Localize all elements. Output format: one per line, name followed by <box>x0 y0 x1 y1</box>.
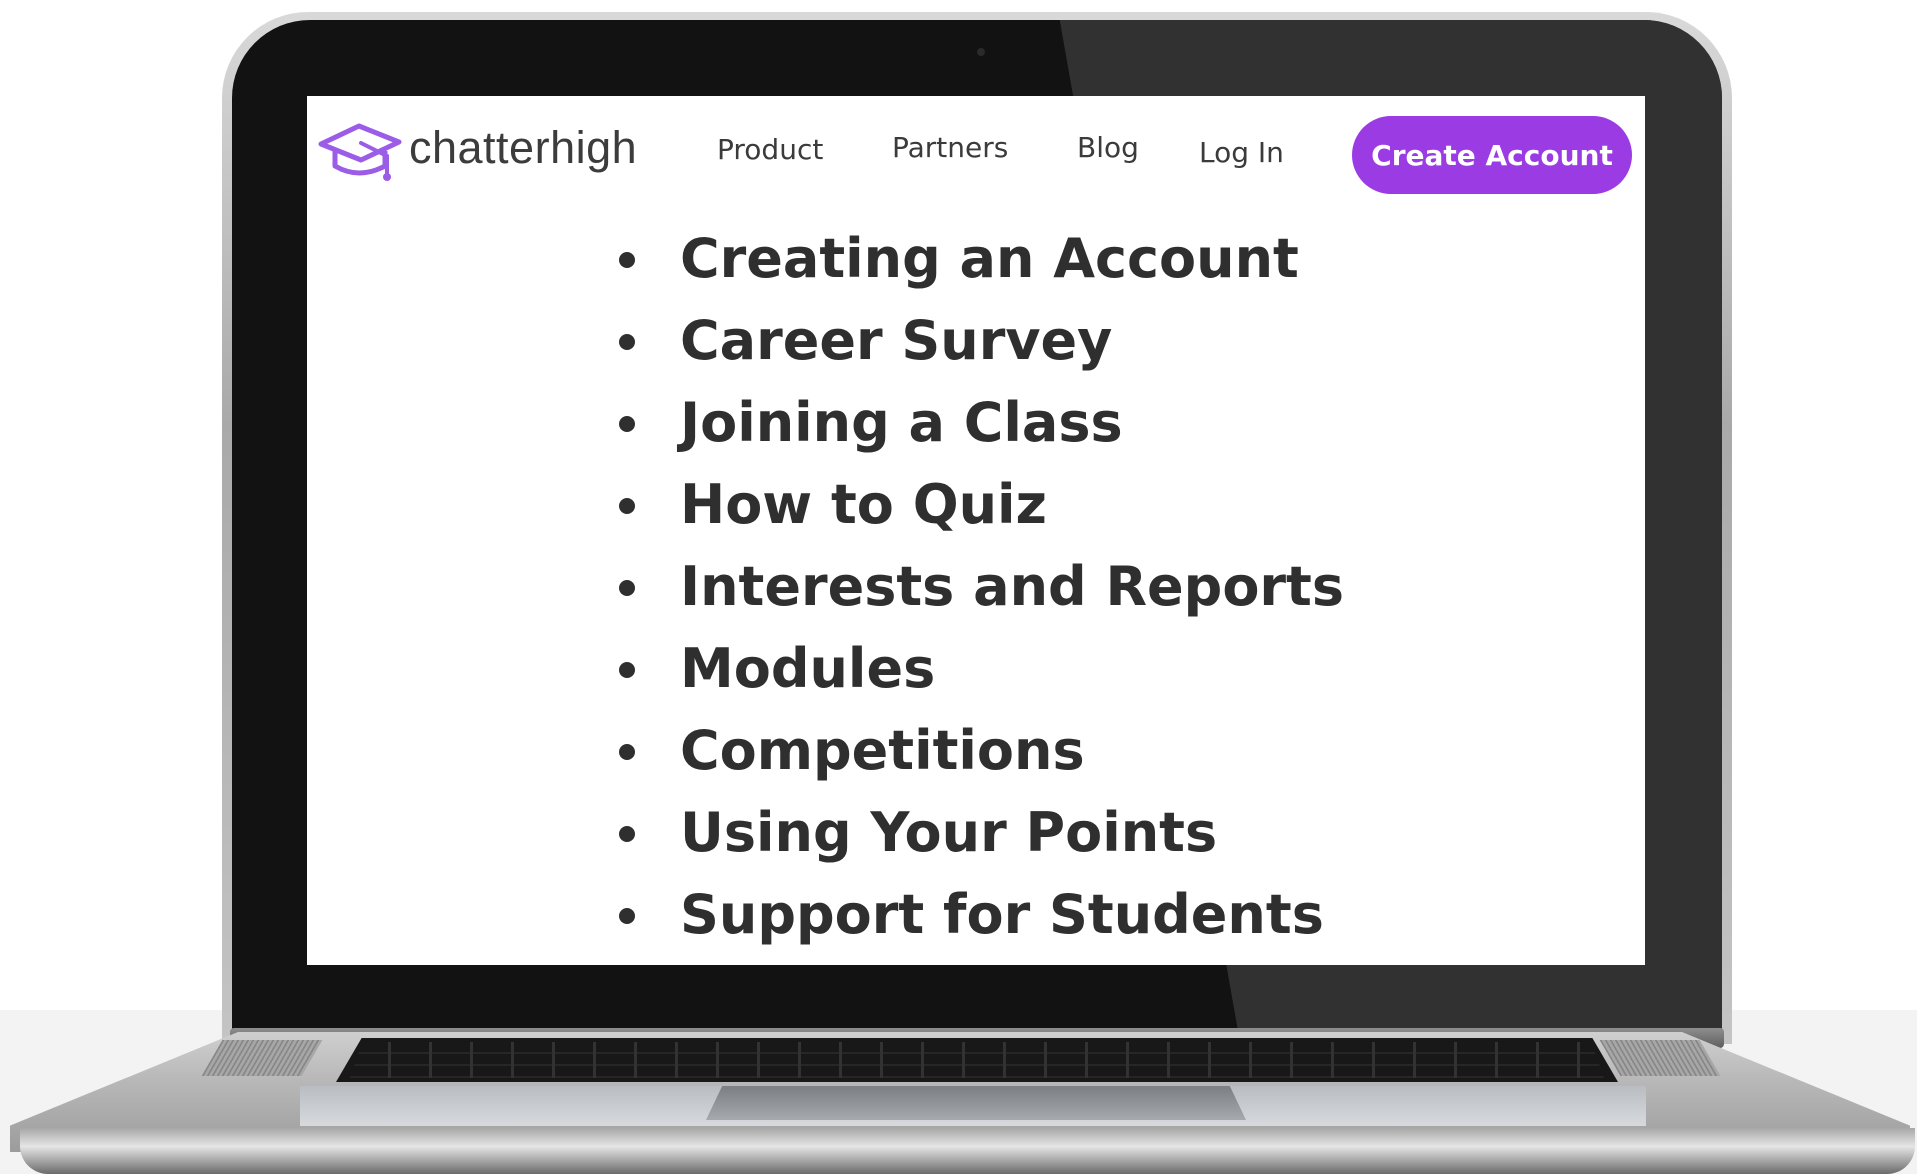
login-link[interactable]: Log In <box>1199 136 1284 169</box>
list-item: Support for Students <box>617 874 1344 956</box>
nav-link-blog[interactable]: Blog <box>1077 131 1139 164</box>
create-account-button[interactable]: Create Account <box>1352 116 1632 194</box>
logo-wordmark[interactable]: chatterhigh <box>409 122 637 174</box>
nav-link-product[interactable]: Product <box>717 133 823 166</box>
list-item: Creating an Account <box>617 218 1344 300</box>
list-item: Joining a Class <box>617 382 1344 464</box>
laptop-front-edge <box>20 1128 1915 1174</box>
list-item: Competitions <box>617 710 1344 792</box>
speaker-grille-right <box>1599 1040 1721 1076</box>
webcam <box>977 48 985 56</box>
site-header: chatterhigh Product Partners Blog Log In… <box>307 96 1645 221</box>
keyboard-keys <box>350 1042 1604 1078</box>
laptop-screen: chatterhigh Product Partners Blog Log In… <box>307 96 1645 965</box>
list-item: Modules <box>617 628 1344 710</box>
trackpad <box>706 1086 1246 1120</box>
speaker-grille-left <box>201 1040 323 1076</box>
list-item: Interests and Reports <box>617 546 1344 628</box>
topic-list: Creating an Account Career Survey Joinin… <box>617 218 1344 956</box>
graduation-cap-icon[interactable] <box>317 118 403 188</box>
nav-link-partners[interactable]: Partners <box>892 131 1008 164</box>
list-item: How to Quiz <box>617 464 1344 546</box>
list-item: Career Survey <box>617 300 1344 382</box>
list-item: Using Your Points <box>617 792 1344 874</box>
